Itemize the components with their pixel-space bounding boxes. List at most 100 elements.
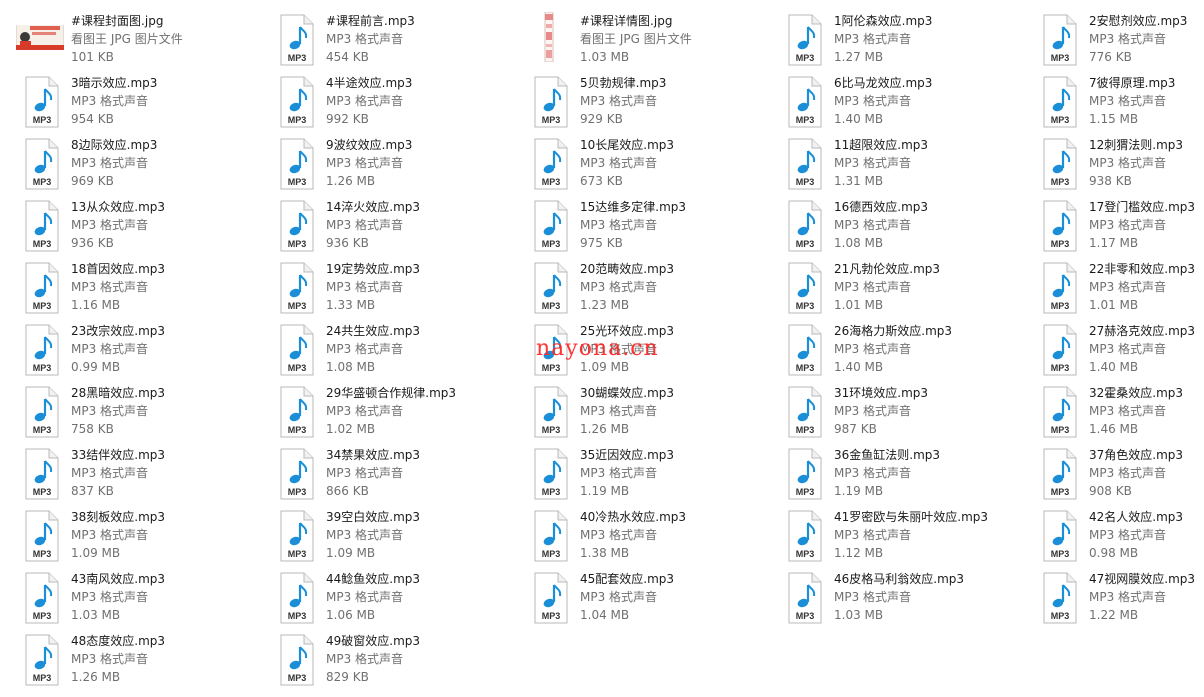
file-item[interactable]: MP3 #课程前言.mp3 MP3 格式声音 454 KB <box>255 10 505 70</box>
file-name: 6比马龙效应.mp3 <box>834 76 933 90</box>
file-size: 1.09 MB <box>71 546 121 560</box>
mp3-icon: MP3 <box>24 262 64 316</box>
file-item[interactable]: MP3 9波纹效应.mp3 MP3 格式声音 1.26 MB <box>255 134 505 194</box>
file-item[interactable]: MP3 47视网膜效应.mp3 MP3 格式声音 1.22 MB <box>1018 568 1204 628</box>
svg-text:MP3: MP3 <box>796 425 815 435</box>
file-name: 41罗密欧与朱丽叶效应.mp3 <box>834 510 989 524</box>
file-type: MP3 格式声音 <box>71 528 149 542</box>
file-item[interactable]: MP3 14淬火效应.mp3 MP3 格式声音 936 KB <box>255 196 505 256</box>
file-item[interactable]: MP3 37角色效应.mp3 MP3 格式声音 908 KB <box>1018 444 1204 504</box>
file-type: MP3 格式声音 <box>326 342 404 356</box>
file-size: 1.46 MB <box>1089 422 1139 436</box>
file-item[interactable]: MP3 1阿伦森效应.mp3 MP3 格式声音 1.27 MB <box>763 10 1013 70</box>
file-item[interactable]: MP3 36金鱼缸法则.mp3 MP3 格式声音 1.19 MB <box>763 444 1013 504</box>
file-type: MP3 格式声音 <box>1089 280 1167 294</box>
file-item[interactable]: MP3 39空白效应.mp3 MP3 格式声音 1.09 MB <box>255 506 505 566</box>
file-type: MP3 格式声音 <box>71 342 149 356</box>
file-item[interactable]: MP3 23改宗效应.mp3 MP3 格式声音 0.99 MB <box>0 320 250 380</box>
file-item[interactable]: MP3 46皮格马利翁效应.mp3 MP3 格式声音 1.03 MB <box>763 568 1013 628</box>
file-item[interactable]: #课程封面图.jpg 看图王 JPG 图片文件 101 KB <box>0 10 250 70</box>
file-item[interactable]: MP3 20范畴效应.mp3 MP3 格式声音 1.23 MB <box>509 258 759 318</box>
file-name: 16德西效应.mp3 <box>834 200 929 214</box>
file-item[interactable]: MP3 45配套效应.mp3 MP3 格式声音 1.04 MB <box>509 568 759 628</box>
file-item[interactable]: MP3 38刻板效应.mp3 MP3 格式声音 1.09 MB <box>0 506 250 566</box>
file-size: 1.40 MB <box>834 112 884 126</box>
file-size: 1.40 MB <box>834 360 884 374</box>
file-item[interactable]: MP3 35近因效应.mp3 MP3 格式声音 1.19 MB <box>509 444 759 504</box>
file-item[interactable]: MP3 42名人效应.mp3 MP3 格式声音 0.98 MB <box>1018 506 1204 566</box>
svg-text:MP3: MP3 <box>1051 239 1070 249</box>
file-name: 20范畴效应.mp3 <box>580 262 675 276</box>
file-name: 10长尾效应.mp3 <box>580 138 675 152</box>
file-item[interactable]: MP3 7彼得原理.mp3 MP3 格式声音 1.15 MB <box>1018 72 1204 132</box>
file-type: MP3 格式声音 <box>1089 528 1167 542</box>
svg-text:MP3: MP3 <box>542 363 561 373</box>
file-item[interactable]: MP3 24共生效应.mp3 MP3 格式声音 1.08 MB <box>255 320 505 380</box>
file-item[interactable]: MP3 31环境效应.mp3 MP3 格式声音 987 KB <box>763 382 1013 442</box>
file-type: MP3 格式声音 <box>834 32 912 46</box>
file-item[interactable]: MP3 5贝勃规律.mp3 MP3 格式声音 929 KB <box>509 72 759 132</box>
file-item[interactable]: MP3 18首因效应.mp3 MP3 格式声音 1.16 MB <box>0 258 250 318</box>
file-item[interactable]: MP3 21凡勃伦效应.mp3 MP3 格式声音 1.01 MB <box>763 258 1013 318</box>
file-type: MP3 格式声音 <box>1089 94 1167 108</box>
file-size: 1.06 MB <box>326 608 376 622</box>
file-item[interactable]: MP3 34禁果效应.mp3 MP3 格式声音 866 KB <box>255 444 505 504</box>
file-type: MP3 格式声音 <box>326 94 404 108</box>
file-name: 37角色效应.mp3 <box>1089 448 1184 462</box>
file-item[interactable]: MP3 12刺猬法则.mp3 MP3 格式声音 938 KB <box>1018 134 1204 194</box>
mp3-icon: MP3 <box>533 76 573 130</box>
mp3-icon: MP3 <box>1042 200 1082 254</box>
file-item[interactable]: MP3 29华盛顿合作规律.mp3 MP3 格式声音 1.02 MB <box>255 382 505 442</box>
file-item[interactable]: #课程详情图.jpg 看图王 JPG 图片文件 1.03 MB <box>509 10 759 70</box>
svg-text:MP3: MP3 <box>1051 363 1070 373</box>
file-item[interactable]: MP3 8边际效应.mp3 MP3 格式声音 969 KB <box>0 134 250 194</box>
file-size: 0.98 MB <box>1089 546 1139 560</box>
file-type: MP3 格式声音 <box>834 342 912 356</box>
file-name: 17登门槛效应.mp3 <box>1089 200 1196 214</box>
svg-text:MP3: MP3 <box>288 549 307 559</box>
mp3-icon: MP3 <box>787 386 827 440</box>
file-type: MP3 格式声音 <box>1089 342 1167 356</box>
svg-text:MP3: MP3 <box>542 611 561 621</box>
file-item[interactable]: MP3 28黑暗效应.mp3 MP3 格式声音 758 KB <box>0 382 250 442</box>
file-item[interactable]: MP3 22非零和效应.mp3 MP3 格式声音 1.01 MB <box>1018 258 1204 318</box>
file-item[interactable]: MP3 49破窗效应.mp3 MP3 格式声音 829 KB <box>255 630 505 690</box>
file-item[interactable]: MP3 13从众效应.mp3 MP3 格式声音 936 KB <box>0 196 250 256</box>
file-item[interactable]: MP3 4半途效应.mp3 MP3 格式声音 992 KB <box>255 72 505 132</box>
file-type: MP3 格式声音 <box>580 156 658 170</box>
file-item[interactable]: MP3 10长尾效应.mp3 MP3 格式声音 673 KB <box>509 134 759 194</box>
file-name: 14淬火效应.mp3 <box>326 200 421 214</box>
mp3-icon: MP3 <box>1042 510 1082 564</box>
file-item[interactable]: MP3 40冷热水效应.mp3 MP3 格式声音 1.38 MB <box>509 506 759 566</box>
file-size: 829 KB <box>326 670 369 684</box>
file-item[interactable]: MP3 2安慰剂效应.mp3 MP3 格式声音 776 KB <box>1018 10 1204 70</box>
file-item[interactable]: MP3 48态度效应.mp3 MP3 格式声音 1.26 MB <box>0 630 250 690</box>
file-item[interactable]: MP3 26海格力斯效应.mp3 MP3 格式声音 1.40 MB <box>763 320 1013 380</box>
file-item[interactable]: MP3 27赫洛克效应.mp3 MP3 格式声音 1.40 MB <box>1018 320 1204 380</box>
file-item[interactable]: MP3 32霍桑效应.mp3 MP3 格式声音 1.46 MB <box>1018 382 1204 442</box>
file-name: 3暗示效应.mp3 <box>71 76 158 90</box>
file-item[interactable]: MP3 15达维多定律.mp3 MP3 格式声音 975 KB <box>509 196 759 256</box>
file-item[interactable]: MP3 16德西效应.mp3 MP3 格式声音 1.08 MB <box>763 196 1013 256</box>
file-type: MP3 格式声音 <box>834 466 912 480</box>
file-name: 48态度效应.mp3 <box>71 634 166 648</box>
file-item[interactable]: MP3 33结伴效应.mp3 MP3 格式声音 837 KB <box>0 444 250 504</box>
file-item[interactable]: MP3 3暗示效应.mp3 MP3 格式声音 954 KB <box>0 72 250 132</box>
file-item[interactable]: MP3 43南风效应.mp3 MP3 格式声音 1.03 MB <box>0 568 250 628</box>
file-item[interactable]: MP3 6比马龙效应.mp3 MP3 格式声音 1.40 MB <box>763 72 1013 132</box>
file-name: 29华盛顿合作规律.mp3 <box>326 386 457 400</box>
file-item[interactable]: MP3 17登门槛效应.mp3 MP3 格式声音 1.17 MB <box>1018 196 1204 256</box>
file-type: MP3 格式声音 <box>326 404 404 418</box>
file-item[interactable]: MP3 44鲶鱼效应.mp3 MP3 格式声音 1.06 MB <box>255 568 505 628</box>
file-item[interactable]: MP3 41罗密欧与朱丽叶效应.mp3 MP3 格式声音 1.12 MB <box>763 506 1013 566</box>
file-item[interactable]: MP3 11超限效应.mp3 MP3 格式声音 1.31 MB <box>763 134 1013 194</box>
file-item[interactable]: MP3 30蝴蝶效应.mp3 MP3 格式声音 1.26 MB <box>509 382 759 442</box>
jpg-detail-thumbnail-icon <box>543 11 583 66</box>
svg-text:MP3: MP3 <box>796 549 815 559</box>
file-type: MP3 格式声音 <box>71 466 149 480</box>
file-size: 936 KB <box>71 236 114 250</box>
file-name: 28黑暗效应.mp3 <box>71 386 166 400</box>
svg-text:MP3: MP3 <box>796 53 815 63</box>
file-item[interactable]: MP3 19定势效应.mp3 MP3 格式声音 1.33 MB <box>255 258 505 318</box>
svg-text:MP3: MP3 <box>542 115 561 125</box>
